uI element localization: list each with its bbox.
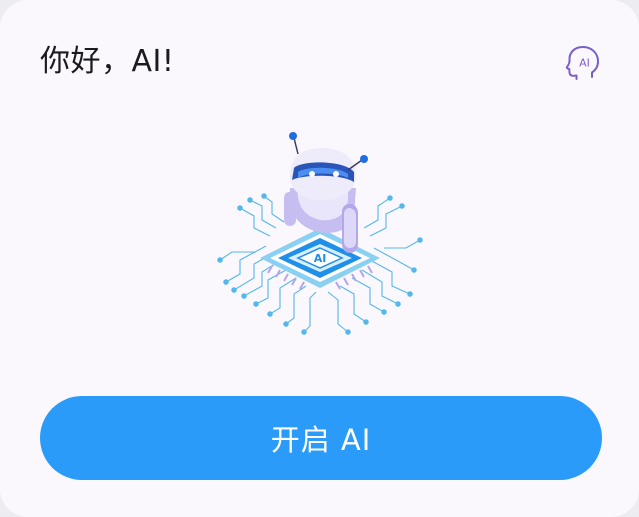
ai-chip: AI [260, 228, 380, 290]
ai-head-icon-label: AI [579, 57, 590, 70]
chip-label: AI [314, 252, 327, 265]
ai-head-icon[interactable]: AI [562, 42, 602, 82]
robot-illustration: AI [217, 132, 423, 335]
start-ai-button[interactable]: 开启 AI [40, 396, 602, 480]
greeting-title: 你好，AI! [40, 44, 175, 79]
ai-welcome-card: 你好，AI! AI AI 开启 AI [0, 0, 639, 517]
